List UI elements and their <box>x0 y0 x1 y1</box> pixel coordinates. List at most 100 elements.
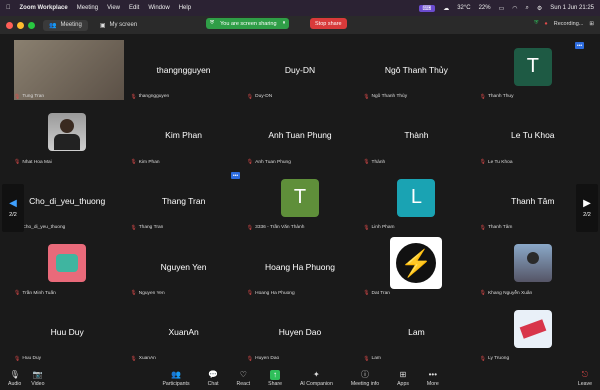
participant-tile[interactable]: Thành 🎙 Thành <box>359 103 474 168</box>
tab-my-screen[interactable]: ▣ My screen <box>94 20 143 31</box>
participant-tile[interactable]: Lam 🎙 Lam <box>359 300 474 364</box>
chat-button[interactable]: 💬 Chat <box>208 370 219 387</box>
next-page-button[interactable]: ▶ 2/2 <box>576 184 598 232</box>
share-button[interactable]: ↑ Share <box>268 369 282 387</box>
participant-tile[interactable]: ⚡ 🎙 Dat Tran <box>359 234 474 299</box>
participant-display-name: Huyen Dao <box>278 327 322 338</box>
recording-indicator[interactable]: ⛨ ● Recording... ⊞ <box>534 20 594 27</box>
security-icon[interactable]: ⛨ <box>534 20 538 27</box>
weather-icon[interactable]: ☁ <box>443 5 449 12</box>
participant-name-label: 🎙 Dat Tran <box>363 290 390 296</box>
lightning-icon: ⚡ <box>396 243 437 284</box>
keyboard-icon[interactable]: ⌨ <box>418 4 436 12</box>
participant-name: Trần Minh Tuấn <box>22 290 56 296</box>
audio-button[interactable]: 🎙 Audio <box>8 370 21 387</box>
ai-companion-button[interactable]: ✦ AI Companion <box>300 370 333 387</box>
clock[interactable]: Sun 1 Jun 21:25 <box>550 5 594 11</box>
screen-sharing-indicator[interactable]: ⛨ You are screen sharing ⏸ <box>206 18 290 29</box>
participant-tile[interactable]: Huyen Dao 🎙 Huyen Dao <box>242 300 358 364</box>
tab-meeting[interactable]: 👥 Meeting <box>43 19 88 31</box>
participant-tile[interactable]: 🎙 Trần Minh Tuấn <box>10 234 125 299</box>
page-indicator-right: 2/2 <box>583 212 591 218</box>
participant-name: Khang Nguyễn Xuân <box>487 290 533 296</box>
participant-tile[interactable]: Ngô Thanh Thủy 🎙 Ngô Thanh Thủy <box>359 38 474 102</box>
mic-muted-icon: 🎙 <box>246 93 254 100</box>
recording-label: Recording... <box>553 20 584 27</box>
participant-name: Linh Pham <box>371 225 395 231</box>
participant-display-name: Duy-DN <box>284 64 316 75</box>
search-icon[interactable]: ⌕ <box>526 5 529 12</box>
apps-button[interactable]: ⊞ Apps <box>397 370 409 387</box>
participant-tile[interactable]: Thang Tran 🎙 Thang Tran <box>126 169 241 233</box>
prev-page-button[interactable]: ◀ 2/2 <box>2 184 24 232</box>
participant-name-label: 🎙 Huyen Dao <box>247 356 279 362</box>
more-button[interactable]: ••• More <box>427 370 439 387</box>
participant-tile[interactable]: thangngguyen 🎙 thangngguyen <box>126 38 241 102</box>
participant-tile[interactable]: Huu Duy 🎙 Huu Duy <box>10 300 125 364</box>
menu-help[interactable]: Help <box>179 5 191 11</box>
more-icon: ••• <box>428 370 438 379</box>
participant-name-label: 🎙 Thanh Tâm <box>480 225 513 231</box>
participant-name-label: 🎙 Hoang Ha Phuong <box>247 290 295 296</box>
tab-meeting-label: Meeting <box>60 22 82 28</box>
mic-muted-icon: 🎙 <box>246 224 254 231</box>
sharing-text: You are screen sharing <box>220 20 277 27</box>
more-options-icon[interactable]: ••• <box>231 172 240 179</box>
participant-name: Nguyen Yen <box>138 290 165 296</box>
participant-tile[interactable]: Anh Tuan Phung 🎙 Anh Tuan Phung <box>242 103 358 168</box>
menu-view[interactable]: View <box>107 5 120 11</box>
participant-name: Ly Truong <box>487 356 510 362</box>
video-button[interactable]: 📷 Video <box>31 370 44 387</box>
participant-tile[interactable]: Le Tu Khoa 🎙 Le Tu Khoa <box>475 103 590 168</box>
stop-share-button[interactable]: Stop share <box>310 18 347 29</box>
apple-icon[interactable]:  <box>6 5 11 11</box>
participant-tile[interactable]: 🎙 Ly Truong <box>475 300 590 364</box>
close-window-button[interactable] <box>6 21 13 29</box>
meeting-info-button[interactable]: ⓘ Meeting info <box>351 370 379 387</box>
participant-tile[interactable]: Hoang Ha Phuong 🎙 Hoang Ha Phuong <box>242 234 358 299</box>
participant-tile[interactable]: Kim Phan 🎙 Kim Phan <box>126 103 241 168</box>
participant-tile[interactable]: Duy-DN 🎙 Duy-DN <box>242 38 358 102</box>
participant-name: XuanAn <box>138 356 156 362</box>
participant-name: Huyen Dao <box>255 356 280 362</box>
pause-icon[interactable]: ⏸ <box>283 20 286 27</box>
wifi-icon[interactable]: ◠ <box>512 5 517 12</box>
participant-display-name: Thang Tran <box>161 195 206 206</box>
participant-tile[interactable]: 🎙 Tung Tran <box>10 38 125 102</box>
participant-tile[interactable]: 🎙 Nhat Hoa Mai <box>10 103 125 168</box>
more-options-icon[interactable]: ••• <box>575 42 584 49</box>
participant-tile[interactable]: Cho_di_yeu_thuong🎙Cho_di_yeu_thuong <box>10 169 125 233</box>
participant-name-label: 🎙 Anh Tuan Phung <box>247 159 291 165</box>
menu-meeting[interactable]: Meeting <box>77 5 98 11</box>
avatar <box>513 244 552 283</box>
participant-tile[interactable]: Thanh Tâm 🎙 Thanh Tâm <box>475 169 590 233</box>
tab-screen-label: My screen <box>109 22 138 28</box>
menu-edit[interactable]: Edit <box>129 5 139 11</box>
zoom-window-button[interactable] <box>28 21 35 29</box>
share-label: Share <box>268 380 282 387</box>
participant-tile[interactable]: L 🎙 Linh Pham <box>359 169 474 233</box>
participant-name-label: 🎙 Kim Phan <box>130 159 159 165</box>
participant-tile[interactable]: 🎙 Khang Nguyễn Xuân <box>475 234 590 299</box>
leave-button[interactable]: ⎋ Leave <box>578 370 592 387</box>
participant-tile[interactable]: T 🎙 Thanh Thuy <box>475 38 590 102</box>
mic-muted-icon: 🎙 <box>130 355 137 362</box>
participant-name-label: 🎙 Le Tu Khoa <box>480 159 513 165</box>
participant-tile[interactable]: Nguyen Yen 🎙 Nguyen Yen <box>126 234 241 299</box>
page-indicator-left: 2/2 <box>9 212 17 218</box>
battery-icon[interactable]: ▭ <box>499 5 505 12</box>
participant-name-label: 🎙 Trần Minh Tuấn <box>14 290 56 296</box>
view-icon[interactable]: ⊞ <box>589 21 594 27</box>
app-name[interactable]: Zoom Workplace <box>20 5 68 11</box>
mic-muted-icon: 🎙 <box>363 290 370 297</box>
react-button[interactable]: ♡ React <box>237 370 251 387</box>
leave-icon: ⎋ <box>581 369 589 379</box>
participant-tile[interactable]: XuanAn 🎙 XuanAn <box>126 300 241 364</box>
participants-button[interactable]: 👥 Participants <box>162 370 189 387</box>
minimize-window-button[interactable] <box>17 21 24 29</box>
participant-tile[interactable]: T 🎙 3336 - Trần Văn Thành <box>242 169 358 233</box>
chevron-left-icon: ◀ <box>9 198 17 209</box>
menu-window[interactable]: Window <box>148 5 169 11</box>
control-center-icon[interactable]: ⚙ <box>537 5 542 12</box>
sparkle-icon: ✦ <box>313 370 320 379</box>
